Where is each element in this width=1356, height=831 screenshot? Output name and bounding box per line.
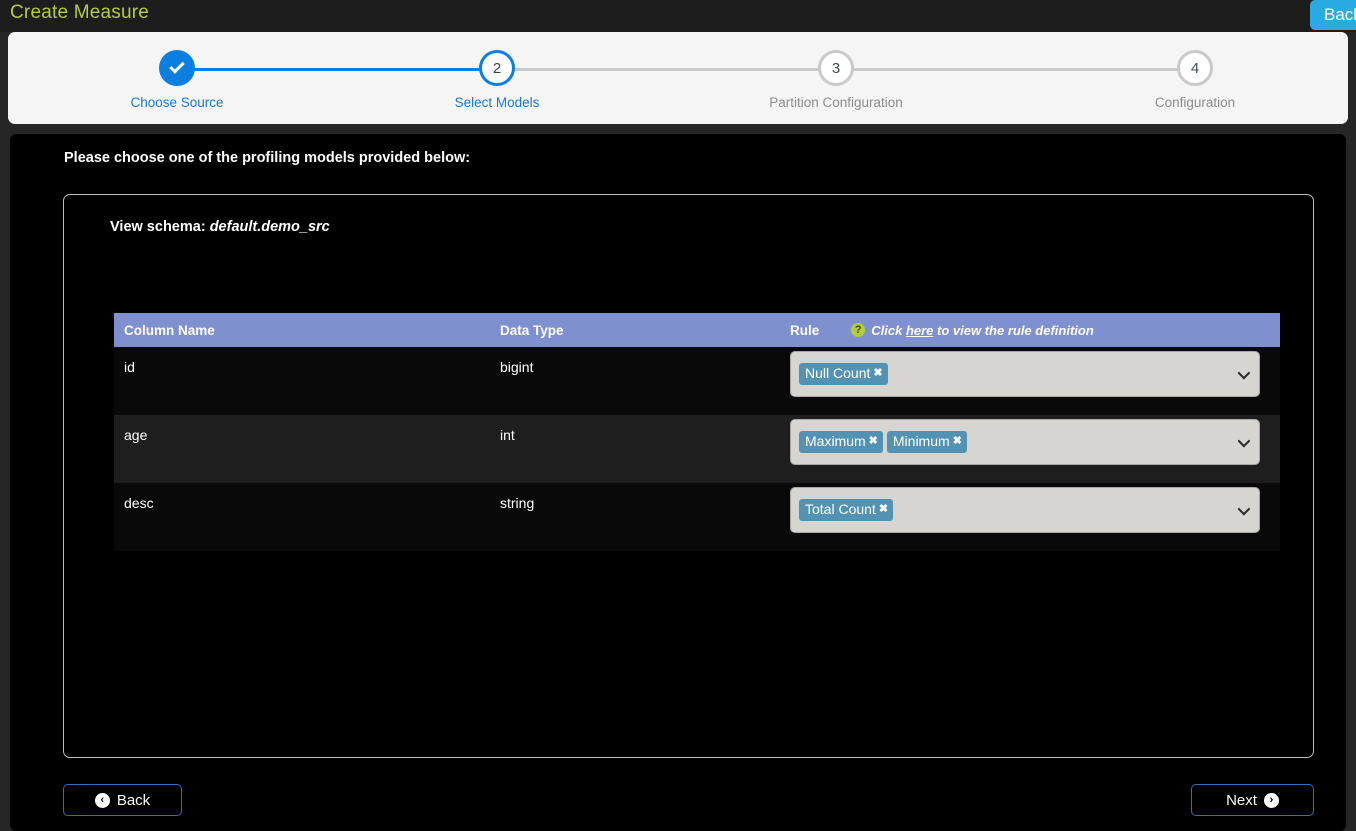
next-button-label: Next [1226, 791, 1257, 809]
page-title: Create Measure [10, 2, 150, 23]
next-button[interactable]: Next › [1191, 784, 1314, 816]
stepper-label-2: Select Models [454, 95, 540, 110]
rule-multiselect-id[interactable]: Null Count ✖ [790, 351, 1260, 397]
stepper-bubble-3: 3 [818, 50, 854, 86]
header-rule: Rule ? Click here to view the rule defin… [790, 323, 1280, 338]
arrow-left-circle-icon: ‹ [94, 792, 110, 808]
stepper-step-select-models[interactable]: 2 Select Models [422, 50, 572, 110]
back-button[interactable]: ‹ Back [63, 784, 182, 816]
stepper-step-choose-source[interactable]: Choose Source [102, 50, 252, 110]
rule-tag[interactable]: Total Count ✖ [799, 499, 894, 521]
stepper-bubble-1 [159, 50, 195, 86]
instruction-text: Please choose one of the profiling model… [64, 150, 471, 166]
stepper-step-partition-configuration[interactable]: 3 Partition Configuration [761, 50, 911, 110]
header-column-name: Column Name [124, 322, 215, 338]
rules-table: Column Name Data Type Rule ? Click here … [114, 313, 1280, 551]
table-header-row: Column Name Data Type Rule ? Click here … [114, 313, 1280, 347]
stepper-label-4: Configuration [1154, 95, 1236, 110]
stepper-label-3: Partition Configuration [769, 95, 903, 110]
cell-rule: Maximum ✖ Minimum ✖ [790, 415, 1280, 465]
top-bar: Create Measure Back [0, 0, 1356, 32]
rule-multiselect-age[interactable]: Maximum ✖ Minimum ✖ [790, 419, 1260, 465]
rule-tag[interactable]: Null Count ✖ [799, 363, 888, 385]
rule-definition-hint[interactable]: Click here to view the rule definition [871, 323, 1094, 338]
schema-line: View schema: default.demo_src [110, 219, 330, 235]
remove-tag-icon[interactable]: ✖ [879, 501, 888, 518]
table-row: desc string Total Count ✖ [114, 483, 1280, 551]
rule-tag-label: Maximum [805, 433, 866, 449]
cell-column-name: id [124, 359, 135, 375]
remove-tag-icon[interactable]: ✖ [869, 433, 878, 450]
cell-rule: Null Count ✖ [790, 347, 1280, 397]
rule-tag[interactable]: Minimum ✖ [886, 431, 967, 453]
cell-data-type: string [500, 495, 535, 511]
schema-panel: View schema: default.demo_src Column Nam… [63, 194, 1314, 758]
rule-multiselect-desc[interactable]: Total Count ✖ [790, 487, 1260, 533]
stepper: Choose Source 2 Select Models 3 Partitio… [8, 32, 1348, 124]
rule-tag-label: Total Count [805, 501, 876, 517]
schema-label: View schema: [110, 219, 206, 235]
cell-column-name: age [124, 427, 148, 443]
chevron-down-icon[interactable] [1237, 502, 1251, 516]
chevron-down-icon[interactable] [1237, 434, 1251, 448]
content-card: Please choose one of the profiling model… [10, 134, 1346, 831]
cell-data-type: bigint [500, 359, 534, 375]
header-data-type: Data Type [500, 322, 564, 338]
rule-hint-suffix: to view the rule definition [933, 322, 1094, 338]
remove-tag-icon[interactable]: ✖ [873, 365, 882, 382]
rule-tag[interactable]: Maximum ✖ [799, 431, 883, 453]
rule-tag-label: Minimum [892, 433, 950, 449]
table-row: age int Maximum ✖ Minimum ✖ [114, 415, 1280, 483]
rule-definition-link[interactable]: here [906, 323, 933, 338]
header-rule-label: Rule [790, 322, 820, 338]
rule-hint-prefix: Click [871, 322, 906, 338]
stepper-bubble-4: 4 [1177, 50, 1213, 86]
chevron-down-icon[interactable] [1237, 366, 1251, 380]
stepper-card: Choose Source 2 Select Models 3 Partitio… [8, 32, 1348, 124]
stepper-step-configuration[interactable]: 4 Configuration [1120, 50, 1270, 110]
cell-rule: Total Count ✖ [790, 483, 1280, 533]
check-icon [169, 58, 185, 74]
cell-data-type: int [500, 427, 515, 443]
table-row: id bigint Null Count ✖ [114, 347, 1280, 415]
arrow-right-circle-icon: › [1263, 792, 1279, 808]
stepper-bubble-2: 2 [479, 50, 515, 86]
schema-name: default.demo_src [209, 219, 330, 235]
back-button-label: Back [116, 791, 151, 809]
topbar-back-button[interactable]: Back [1310, 0, 1356, 30]
stepper-label-1: Choose Source [130, 95, 224, 110]
cell-column-name: desc [124, 495, 154, 511]
question-mark-icon[interactable]: ? [851, 323, 866, 337]
rule-tag-label: Null Count [805, 365, 871, 381]
remove-tag-icon[interactable]: ✖ [953, 433, 962, 450]
